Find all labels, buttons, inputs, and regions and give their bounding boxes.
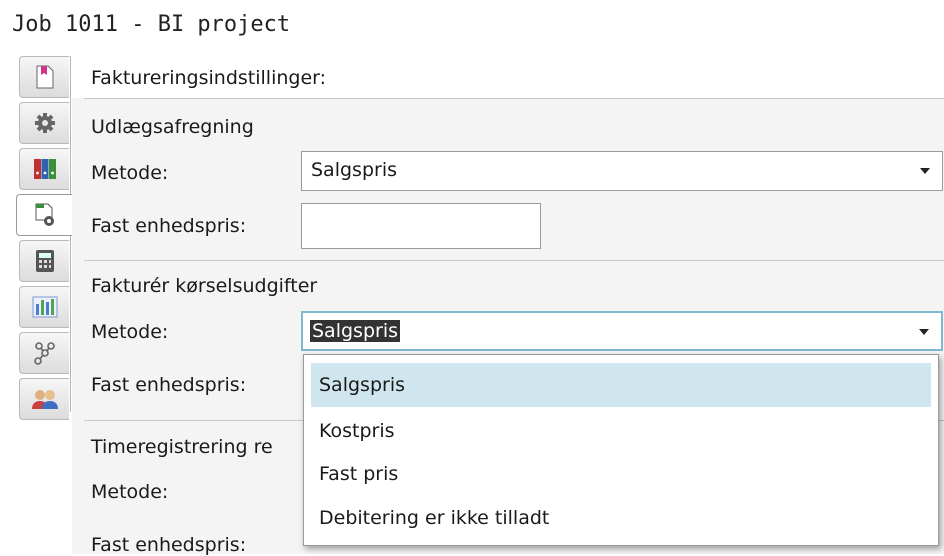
binders-icon bbox=[33, 157, 57, 181]
dropdown-option-fast-pris[interactable]: Fast pris bbox=[311, 452, 931, 496]
expenses-method-label: Metode: bbox=[91, 162, 169, 184]
time-unit-price-label: Fast enhedspris: bbox=[91, 534, 247, 556]
divider bbox=[84, 98, 944, 99]
network-icon bbox=[33, 341, 57, 365]
tab-binders[interactable] bbox=[19, 148, 69, 190]
tab-users[interactable] bbox=[19, 378, 69, 420]
dropdown-option-ikke-tilladt[interactable]: Debitering er ikke tilladt bbox=[311, 496, 931, 540]
dropdown-option-kostpris[interactable]: Kostpris bbox=[311, 409, 931, 453]
chevron-down-icon[interactable] bbox=[920, 168, 930, 174]
users-icon bbox=[31, 388, 58, 410]
mileage-section-title: Fakturér kørselsudgifter bbox=[91, 275, 318, 297]
form-heading: Faktureringsindstillinger: bbox=[91, 67, 327, 89]
tab-settings[interactable] bbox=[19, 102, 69, 144]
dropdown-option-salgspris[interactable]: Salgspris bbox=[311, 363, 931, 407]
expenses-section-title: Udlægsafregning bbox=[91, 116, 254, 138]
tab-calculator[interactable] bbox=[19, 240, 69, 282]
mileage-method-select[interactable]: Salgspris bbox=[301, 311, 943, 351]
gear-icon bbox=[34, 112, 56, 134]
bookmark-icon bbox=[33, 64, 57, 90]
tab-bookmark[interactable] bbox=[19, 56, 69, 98]
mileage-unit-price-label: Fast enhedspris: bbox=[91, 374, 247, 396]
expenses-method-value: Salgspris bbox=[311, 159, 397, 181]
document-settings-icon bbox=[33, 202, 57, 228]
mileage-method-value: Salgspris bbox=[310, 320, 400, 342]
side-tabs bbox=[16, 56, 72, 556]
mileage-method-label: Metode: bbox=[91, 321, 169, 343]
expenses-unit-price-input[interactable] bbox=[301, 203, 541, 249]
method-dropdown-list: Salgspris Kostpris Fast pris Debitering … bbox=[303, 354, 939, 546]
time-method-label: Metode: bbox=[91, 481, 169, 503]
tab-network[interactable] bbox=[19, 332, 69, 374]
tab-chart[interactable] bbox=[19, 286, 69, 328]
divider bbox=[84, 260, 944, 261]
tab-document-settings[interactable] bbox=[16, 194, 72, 236]
bar-chart-icon bbox=[32, 296, 58, 318]
window-title: Job 1011 - BI project bbox=[12, 12, 291, 37]
chevron-down-icon[interactable] bbox=[919, 329, 929, 335]
expenses-method-select[interactable]: Salgspris bbox=[301, 151, 943, 191]
expenses-unit-price-label: Fast enhedspris: bbox=[91, 215, 247, 237]
calculator-icon bbox=[34, 249, 56, 273]
time-section-title: Timeregistrering re bbox=[91, 436, 273, 458]
